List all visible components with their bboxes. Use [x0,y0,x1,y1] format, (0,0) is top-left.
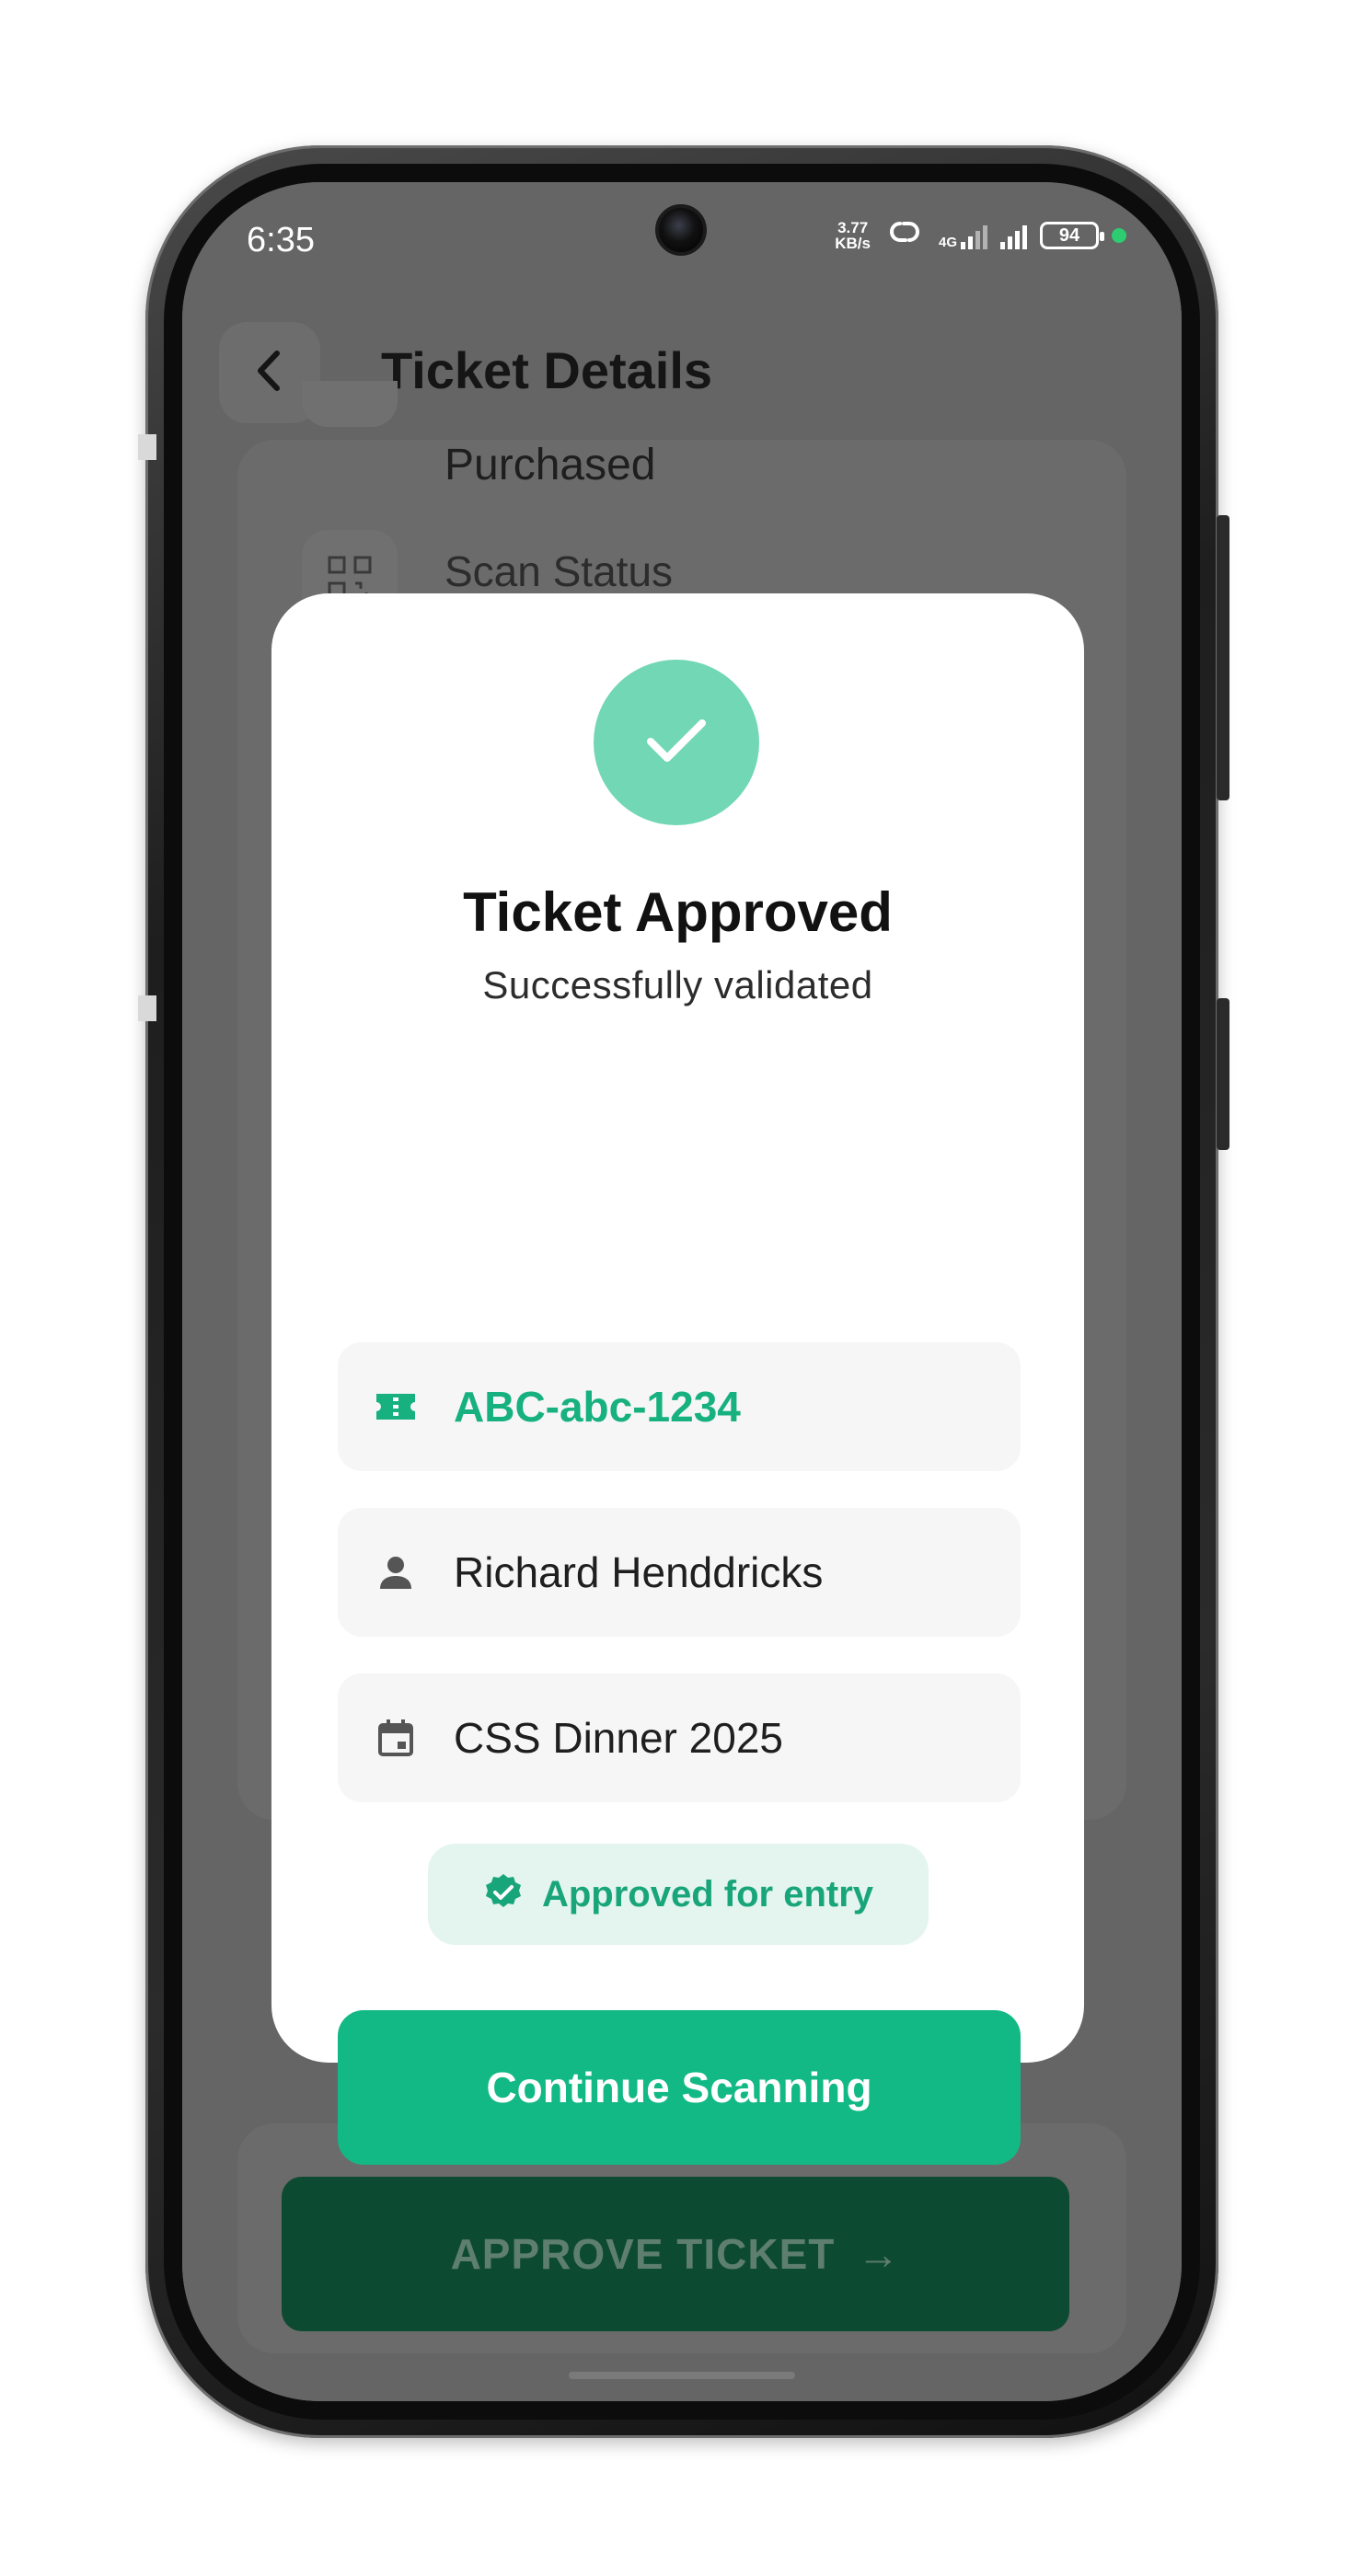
sim2-signal-bars-icon [1000,222,1027,249]
phone-screen: 6:35 3.77 KB/s 4G 94 Ticket Details Purc… [182,182,1182,2401]
volume-button [1217,515,1229,800]
verified-badge-icon [483,1872,524,1917]
gesture-bar [569,2372,795,2379]
frame-mark [138,434,156,460]
status-time: 6:35 [247,221,315,259]
purchase-row-icon [302,381,398,427]
ticket-code: ABC-abc-1234 [454,1383,741,1431]
chevron-left-icon [251,348,288,398]
front-camera [655,204,707,256]
ticket-approved-dialog: Ticket Approved Successfully validated A… [271,593,1084,2165]
status-icons: 3.77 KB/s 4G 94 [835,215,1126,255]
approve-ticket-label: APPROVE TICKET [450,2230,836,2278]
sim1-signal: 4G [939,222,987,249]
event-row: CSS Dinner 2025 [338,1673,1021,1802]
event-name: CSS Dinner 2025 [454,1714,783,1762]
network-speed: 3.77 KB/s [835,218,871,252]
ticket-code-row: ABC-abc-1234 [338,1342,1021,1471]
attendee-name: Richard Henddricks [454,1548,824,1596]
success-circle [594,660,759,825]
approve-ticket-button[interactable]: APPROVE TICKET → [282,2177,1069,2331]
scan-status-label: Scan Status [444,547,674,595]
link-icon [883,215,926,255]
battery-icon: 94 [1040,221,1104,249]
dialog-title: Ticket Approved [463,881,893,943]
signal-bars-icon [961,222,987,249]
arrow-right-icon: → [857,2230,901,2278]
status-bar: 6:35 3.77 KB/s 4G 94 [182,182,1182,302]
ticket-icon [375,1386,417,1428]
approved-badge-text: Approved for entry [541,1873,874,1915]
person-icon [375,1551,417,1593]
attendee-row: Richard Henddricks [338,1508,1021,1637]
frame-mark [138,995,156,1021]
page-title: Ticket Details [381,341,713,399]
continue-scanning-button[interactable]: Continue Scanning [338,2010,1021,2165]
dialog-subtitle: Successfully validated [482,963,873,1006]
purchased-label: Purchased [444,441,656,489]
privacy-indicator [1112,227,1126,243]
approved-status-badge: Approved for entry [428,1844,929,1945]
check-icon [640,708,713,777]
power-button [1217,998,1229,1150]
calendar-icon [375,1717,417,1759]
